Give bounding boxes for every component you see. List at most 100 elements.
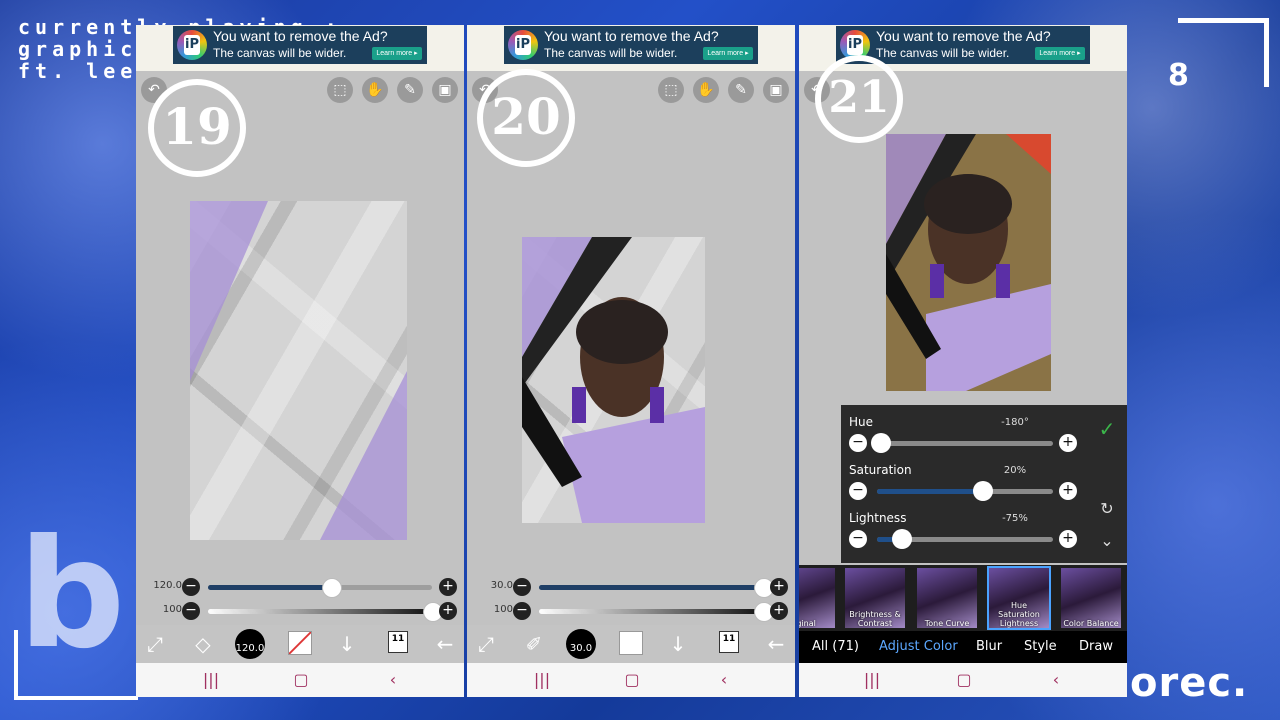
saturation-slider[interactable] <box>877 481 1053 501</box>
transform-icon[interactable]: ⤢ <box>142 631 168 657</box>
color-swatch[interactable] <box>619 631 643 655</box>
filter-thumb-brightness-contrast[interactable]: Brightness & Contrast <box>845 568 905 628</box>
app-logo-icon: iP <box>508 30 538 60</box>
lightness-slider-knob[interactable] <box>891 529 912 549</box>
hue-increase-button[interactable]: + <box>1059 434 1077 452</box>
filter-thumb-tone-curve[interactable]: Tone Curve <box>917 568 977 628</box>
home-icon[interactable]: ▢ <box>949 669 979 691</box>
opacity-slider[interactable]: 100 − + <box>467 601 795 622</box>
ad-banner[interactable]: iP You want to remove the Ad? The canvas… <box>467 25 795 71</box>
saturation-label: Saturation <box>849 463 912 477</box>
decrease-button[interactable]: − <box>513 578 531 596</box>
tab-adjust-color[interactable]: Adjust Color <box>879 639 958 654</box>
reset-icon[interactable]: ↻ <box>1097 499 1117 519</box>
home-icon[interactable]: ▢ <box>617 669 647 691</box>
hsl-adjust-panel: Hue -180° − + Saturation 20% − + Lightne… <box>841 405 1127 563</box>
ad-banner[interactable]: iP You want to remove the Ad? The canvas… <box>136 25 464 71</box>
chevron-down-icon[interactable]: ⌄ <box>1097 531 1117 551</box>
filter-thumb-original[interactable]: iginal <box>799 568 835 628</box>
tab-all[interactable]: All (71) <box>812 639 859 654</box>
canvas-artwork[interactable] <box>522 237 705 523</box>
screenshot-panel-1: iP You want to remove the Ad? The canvas… <box>136 25 464 697</box>
increase-button[interactable]: + <box>770 602 788 620</box>
brush-size-value: 30.0 <box>490 580 513 591</box>
saturation-value: 20% <box>1003 465 1027 476</box>
saturation-decrease-button[interactable]: − <box>849 482 867 500</box>
slider-knob[interactable] <box>322 578 343 598</box>
system-navbar: ||| ▢ ‹ <box>136 663 464 697</box>
collage-shapes <box>522 237 705 523</box>
layers-button[interactable]: 11 <box>719 631 739 653</box>
hue-decrease-button[interactable]: − <box>849 434 867 452</box>
filter-category-tabs: All (71) Adjust Color Blur Style Draw <box>799 631 1127 663</box>
hand-icon[interactable]: ✋ <box>362 77 388 103</box>
filter-thumb-hsl[interactable]: Hue Saturation Lightness <box>987 566 1051 630</box>
step-number: 20 <box>477 69 575 167</box>
back-arrow-icon[interactable]: ← <box>432 631 458 657</box>
recent-apps-icon[interactable]: ||| <box>196 669 226 691</box>
pencil-icon[interactable]: ✎ <box>397 77 423 103</box>
filter-label: Hue Saturation Lightness <box>998 601 1040 628</box>
transform-icon[interactable]: ⤢ <box>473 631 499 657</box>
brush-size-button[interactable]: 120.0 <box>235 629 265 659</box>
increase-button[interactable]: + <box>439 578 457 596</box>
back-icon[interactable]: ‹ <box>1041 669 1071 691</box>
canvas-artwork[interactable] <box>190 201 407 540</box>
ad-headline: You want to remove the Ad? <box>544 28 719 44</box>
back-arrow-icon[interactable]: ← <box>763 631 789 657</box>
saturation-slider-knob[interactable] <box>972 481 993 501</box>
ad-logo-text: iP <box>847 35 863 55</box>
opacity-value: 100 <box>162 604 182 615</box>
image-icon[interactable]: ▣ <box>432 77 458 103</box>
ad-box[interactable]: iP You want to remove the Ad? The canvas… <box>173 26 427 64</box>
eraser-icon[interactable]: ◇ <box>190 631 216 657</box>
back-icon[interactable]: ‹ <box>709 669 739 691</box>
learn-more-button[interactable]: Learn more ▸ <box>1035 47 1085 60</box>
lightness-decrease-button[interactable]: − <box>849 530 867 548</box>
image-icon[interactable]: ▣ <box>763 77 789 103</box>
ad-subline: The canvas will be wider. <box>544 46 678 60</box>
ad-headline: You want to remove the Ad? <box>876 28 1051 44</box>
hue-slider-knob[interactable] <box>870 433 891 453</box>
increase-button[interactable]: + <box>770 578 788 596</box>
tab-blur[interactable]: Blur <box>976 639 1002 654</box>
increase-button[interactable]: + <box>439 602 457 620</box>
color-swatch[interactable] <box>288 631 312 655</box>
decrease-button[interactable]: − <box>182 602 200 620</box>
screenshot-panel-3: iP You want to remove the Ad? The canvas… <box>799 25 1127 697</box>
opacity-slider[interactable]: 100 − + <box>136 601 464 622</box>
decrease-button[interactable]: − <box>182 578 200 596</box>
canvas-artwork[interactable] <box>886 134 1051 391</box>
filter-thumb-color-balance[interactable]: Color Balance <box>1061 568 1121 628</box>
hue-value: -180° <box>1001 417 1029 428</box>
hue-slider[interactable] <box>870 433 1053 453</box>
brush-size-slider[interactable]: 30.0 − + <box>467 577 795 598</box>
brush-size-slider[interactable]: 120.0 − + <box>136 577 464 598</box>
arrow-down-icon[interactable]: ↓ <box>665 631 691 657</box>
arrow-down-icon[interactable]: ↓ <box>334 631 360 657</box>
lightness-slider[interactable] <box>877 529 1053 549</box>
bottom-toolbar: ⤢ ✐ 30.0 ↓ 11 ← <box>467 625 795 663</box>
lightness-increase-button[interactable]: + <box>1059 530 1077 548</box>
check-icon[interactable]: ✓ <box>1097 419 1117 439</box>
recent-apps-icon[interactable]: ||| <box>857 669 887 691</box>
tab-draw[interactable]: Draw <box>1079 639 1113 654</box>
hand-icon[interactable]: ✋ <box>693 77 719 103</box>
saturation-increase-button[interactable]: + <box>1059 482 1077 500</box>
brush-icon[interactable]: ✐ <box>521 631 547 657</box>
recent-apps-icon[interactable]: ||| <box>527 669 557 691</box>
ad-box[interactable]: iP You want to remove the Ad? The canvas… <box>504 26 758 64</box>
ad-subline: The canvas will be wider. <box>876 46 1010 60</box>
home-icon[interactable]: ▢ <box>286 669 316 691</box>
decrease-button[interactable]: − <box>513 602 531 620</box>
back-icon[interactable]: ‹ <box>378 669 408 691</box>
learn-more-button[interactable]: Learn more ▸ <box>703 47 753 60</box>
selection-icon[interactable]: ⬚ <box>327 77 353 103</box>
tab-style[interactable]: Style <box>1024 639 1057 654</box>
system-navbar: ||| ▢ ‹ <box>799 663 1127 697</box>
selection-icon[interactable]: ⬚ <box>658 77 684 103</box>
layers-button[interactable]: 11 <box>388 631 408 653</box>
learn-more-button[interactable]: Learn more ▸ <box>372 47 422 60</box>
pencil-icon[interactable]: ✎ <box>728 77 754 103</box>
brush-size-button[interactable]: 30.0 <box>566 629 596 659</box>
